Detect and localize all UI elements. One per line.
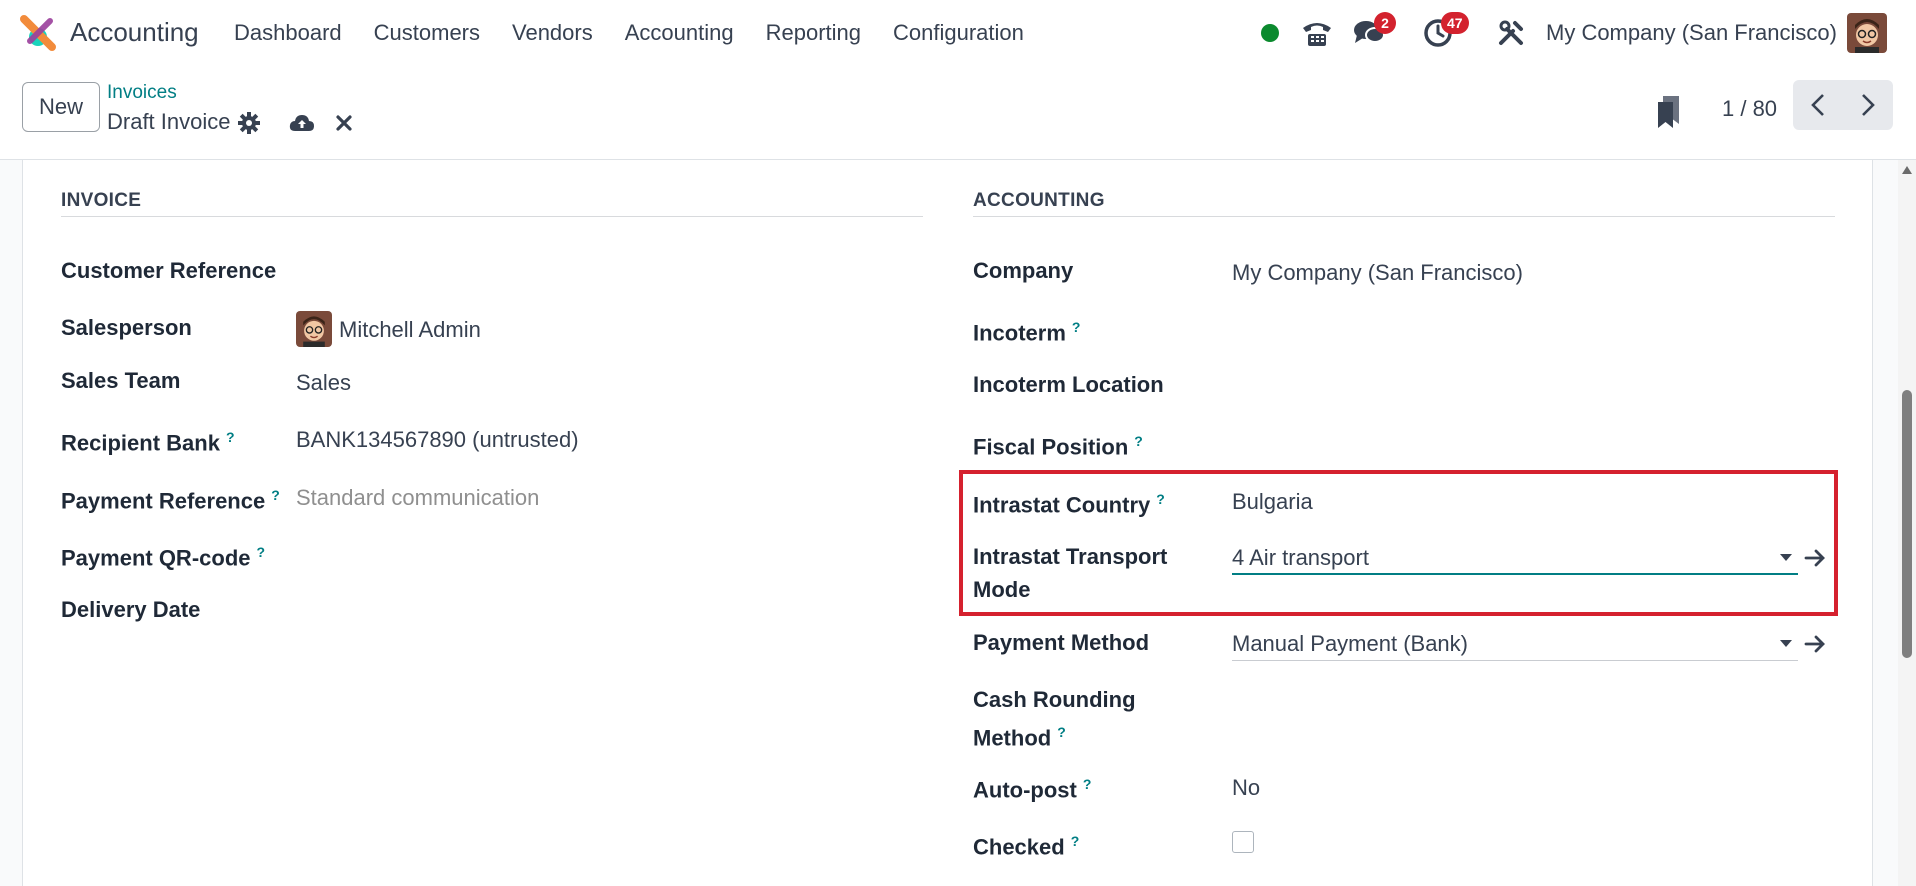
salesperson-value[interactable]: Mitchell Admin: [339, 317, 481, 343]
discard-close-icon[interactable]: [331, 110, 357, 136]
auto-post-label: Auto-post?: [973, 776, 1092, 803]
help-tooltip-icon[interactable]: ?: [1156, 491, 1165, 507]
intrastat-country-label: Intrastat Country?: [973, 491, 1165, 518]
help-tooltip-icon[interactable]: ?: [271, 487, 280, 503]
internal-link-arrow-icon[interactable]: [1803, 631, 1829, 657]
incoterm-location-label: Incoterm Location: [973, 372, 1164, 397]
internal-link-arrow-icon[interactable]: [1803, 545, 1829, 571]
recipient-bank-label: Recipient Bank?: [61, 429, 235, 456]
new-button[interactable]: New: [22, 82, 100, 132]
breadcrumb-current: Draft Invoice: [107, 109, 231, 134]
accounting-section-title: ACCOUNTING: [973, 190, 1105, 211]
intrastat-transport-mode-value: 4 Air transport: [1232, 545, 1369, 570]
payment-reference-input[interactable]: Standard communication: [296, 485, 539, 511]
help-tooltip-icon[interactable]: ?: [226, 429, 235, 445]
menu-accounting[interactable]: Accounting: [625, 20, 734, 46]
payment-method-label: Payment Method: [973, 630, 1150, 655]
company-switcher[interactable]: My Company (San Francisco): [1546, 20, 1837, 46]
menu-customers[interactable]: Customers: [374, 20, 480, 46]
scroll-up-arrow-icon[interactable]: [1902, 166, 1912, 174]
checked-label: Checked?: [973, 833, 1080, 860]
help-tooltip-icon[interactable]: ?: [1134, 433, 1143, 449]
recipient-bank-value[interactable]: BANK134567890 (untrusted): [296, 427, 579, 453]
debug-tools-icon[interactable]: [1494, 16, 1528, 50]
fiscal-position-label: Fiscal Position?: [973, 433, 1143, 460]
control-panel: New Invoices Draft Invoice 1 / 80: [0, 66, 1916, 160]
invoice-section-divider: [61, 216, 923, 217]
cash-rounding-method-label: Cash Rounding Method?: [973, 687, 1136, 751]
sales-team-label: Sales Team: [61, 368, 181, 393]
activities-count-badge: 47: [1441, 12, 1469, 34]
company-label: Company: [973, 258, 1074, 283]
checked-checkbox[interactable]: [1232, 831, 1254, 853]
auto-post-value[interactable]: No: [1232, 775, 1260, 801]
menu-dashboard[interactable]: Dashboard: [234, 20, 342, 46]
presence-status-icon[interactable]: [1261, 24, 1279, 42]
customer-reference-label: Customer Reference: [61, 258, 277, 283]
chevron-left-icon: [1811, 94, 1824, 116]
accounting-app-icon[interactable]: [20, 15, 56, 51]
app-name[interactable]: Accounting: [70, 17, 199, 48]
help-tooltip-icon[interactable]: ?: [1071, 833, 1080, 849]
pager-previous-button[interactable]: [1793, 80, 1843, 130]
help-tooltip-icon[interactable]: ?: [1057, 724, 1066, 740]
bookmark-icon[interactable]: [1656, 94, 1682, 130]
help-tooltip-icon[interactable]: ?: [257, 544, 266, 560]
menu-configuration[interactable]: Configuration: [893, 20, 1024, 46]
invoice-section-title: INVOICE: [61, 190, 142, 211]
sales-team-value[interactable]: Sales: [296, 370, 351, 396]
payment-qr-label: Payment QR-code?: [61, 544, 266, 571]
messages-count-badge: 2: [1374, 12, 1396, 34]
payment-reference-label: Payment Reference?: [61, 487, 280, 514]
user-avatar[interactable]: [1847, 13, 1887, 53]
breadcrumb-invoices[interactable]: Invoices: [107, 82, 177, 104]
company-value[interactable]: My Company (San Francisco): [1232, 260, 1523, 286]
pager-value[interactable]: 1 / 80: [1722, 96, 1777, 122]
intrastat-transport-mode-label: Intrastat Transport Mode: [973, 544, 1168, 602]
intrastat-country-value[interactable]: Bulgaria: [1232, 489, 1313, 515]
pager-next-button[interactable]: [1843, 80, 1893, 130]
dropdown-caret-icon[interactable]: [1780, 640, 1792, 647]
incoterm-label: Incoterm?: [973, 319, 1081, 346]
salesperson-avatar[interactable]: [296, 311, 332, 347]
accounting-section-divider: [973, 216, 1835, 217]
save-cloud-icon[interactable]: [289, 110, 315, 136]
payment-method-select[interactable]: Manual Payment (Bank): [1232, 627, 1798, 661]
help-tooltip-icon[interactable]: ?: [1083, 776, 1092, 792]
phone-icon[interactable]: [1300, 16, 1334, 50]
top-navbar: Accounting Dashboard Customers Vendors A…: [0, 0, 1916, 66]
intrastat-transport-mode-select[interactable]: 4 Air transport: [1232, 541, 1798, 575]
main-menu: Dashboard Customers Vendors Accounting R…: [234, 20, 1056, 46]
gear-icon[interactable]: [236, 110, 262, 136]
payment-method-value: Manual Payment (Bank): [1232, 631, 1468, 656]
menu-vendors[interactable]: Vendors: [512, 20, 593, 46]
menu-reporting[interactable]: Reporting: [766, 20, 861, 46]
chevron-right-icon: [1862, 94, 1875, 116]
dropdown-caret-icon[interactable]: [1780, 554, 1792, 561]
salesperson-label: Salesperson: [61, 315, 192, 340]
scrollbar-thumb[interactable]: [1902, 390, 1912, 658]
delivery-date-label: Delivery Date: [61, 597, 201, 622]
help-tooltip-icon[interactable]: ?: [1072, 319, 1081, 335]
